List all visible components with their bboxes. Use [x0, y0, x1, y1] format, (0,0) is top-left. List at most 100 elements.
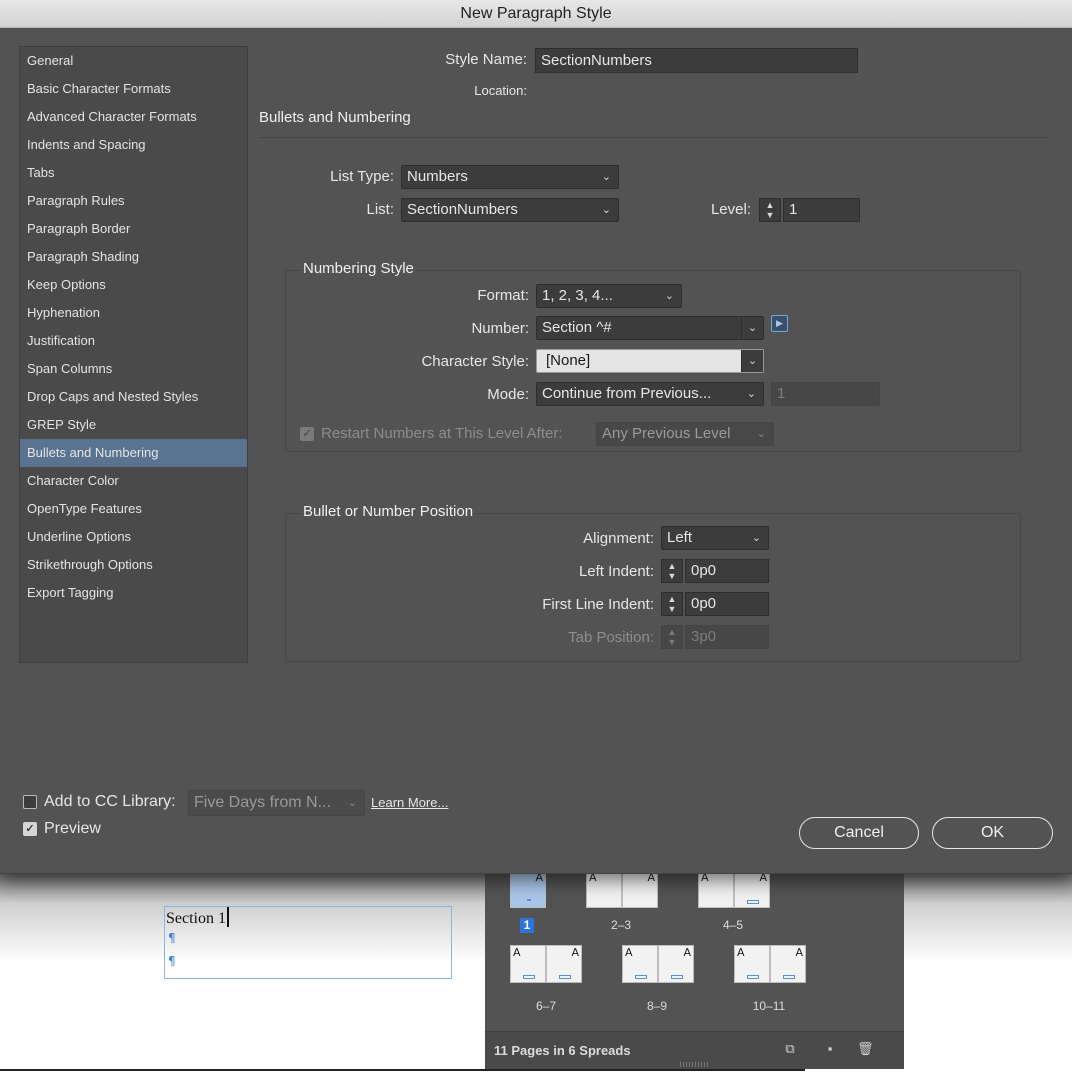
- spread-label[interactable]: 10–11: [739, 999, 799, 1013]
- sidebar-item-advanced-character-formats[interactable]: Advanced Character Formats: [20, 103, 247, 131]
- page-thumbnail[interactable]: A: [546, 945, 582, 983]
- sidebar-item-bullets-and-numbering[interactable]: Bullets and Numbering: [20, 439, 247, 467]
- alignment-select[interactable]: Left ⌄: [661, 526, 769, 550]
- number-value[interactable]: Section ^#: [542, 319, 612, 336]
- tab-position-input[interactable]: 3p0: [685, 625, 769, 649]
- format-select[interactable]: 1, 2, 3, 4... ⌄: [536, 284, 682, 308]
- sidebar-item-underline-options[interactable]: Underline Options: [20, 523, 247, 551]
- first-line-indent-input[interactable]: 0p0: [685, 592, 769, 616]
- cc-library-checkbox[interactable]: [23, 795, 37, 809]
- number-label: Number:: [471, 320, 529, 337]
- page-marker-icon: [783, 975, 795, 979]
- mode-select[interactable]: Continue from Previous... ⌄: [536, 382, 764, 406]
- character-style-label: Character Style:: [421, 353, 529, 370]
- left-indent-stepper-arrows[interactable]: ▲ ▼: [661, 559, 683, 583]
- spread-label[interactable]: 8–9: [627, 999, 687, 1013]
- first-line-indent-label: First Line Indent:: [542, 596, 654, 613]
- tab-position-stepper-arrows[interactable]: ▲ ▼: [661, 625, 683, 649]
- preview-checkbox[interactable]: ✓: [23, 822, 37, 836]
- resize-grip[interactable]: [680, 1062, 710, 1067]
- alignment-value: Left: [667, 529, 693, 546]
- sidebar-item-justification[interactable]: Justification: [20, 327, 247, 355]
- sidebar-item-grep-style[interactable]: GREP Style: [20, 411, 247, 439]
- sidebar-item-strikethrough-options[interactable]: Strikethrough Options: [20, 551, 247, 579]
- tab-position-label: Tab Position:: [568, 629, 654, 646]
- left-indent-input[interactable]: 0p0: [685, 559, 769, 583]
- character-style-select[interactable]: [None] ⌄: [536, 349, 764, 373]
- first-line-indent-stepper-arrows[interactable]: ▲ ▼: [661, 592, 683, 616]
- mode-start-input[interactable]: 1: [771, 382, 880, 406]
- pilcrow-mark: ¶: [168, 954, 176, 968]
- character-style-value: [None]: [546, 352, 591, 369]
- page-thumbnail[interactable]: A: [698, 870, 734, 908]
- spread-thumbnail[interactable]: A A: [622, 945, 694, 983]
- sidebar-item-span-columns[interactable]: Span Columns: [20, 355, 247, 383]
- chevron-down-icon[interactable]: ⌄: [741, 317, 763, 339]
- pilcrow-mark: ¶: [168, 931, 176, 945]
- page-thumbnail[interactable]: A: [770, 945, 806, 983]
- chevron-down-icon[interactable]: ⌄: [741, 350, 763, 372]
- sidebar-item-paragraph-shading[interactable]: Paragraph Shading: [20, 243, 247, 271]
- learn-more-link[interactable]: Learn More...: [371, 795, 448, 810]
- chevron-down-icon: ⌄: [601, 204, 611, 216]
- spread-thumbnail[interactable]: A A: [698, 870, 770, 908]
- numbering-style-title: Numbering Style: [301, 260, 416, 277]
- spread-thumbnail[interactable]: A A: [734, 945, 806, 983]
- spread-label[interactable]: 1: [520, 918, 534, 933]
- level-stepper-arrows[interactable]: ▲ ▼: [759, 198, 781, 222]
- sidebar-item-paragraph-rules[interactable]: Paragraph Rules: [20, 187, 247, 215]
- page-thumbnail[interactable]: A: [658, 945, 694, 983]
- list-type-value: Numbers: [407, 168, 468, 185]
- sidebar-item-general[interactable]: General: [20, 47, 247, 75]
- spread-thumbnail[interactable]: A A: [510, 945, 582, 983]
- page-thumbnail[interactable]: A: [622, 870, 658, 908]
- trash-icon[interactable]: 🗑: [857, 1041, 874, 1057]
- cc-library-select[interactable]: Five Days from N... ⌄: [188, 790, 365, 816]
- restart-numbers-checkbox[interactable]: ✓: [300, 427, 314, 441]
- restart-level-value: Any Previous Level: [602, 425, 731, 442]
- edit-page-size-icon[interactable]: ⧉: [782, 1041, 798, 1057]
- page-thumbnail[interactable]: A: [510, 870, 546, 908]
- spread-label[interactable]: 4–5: [703, 918, 763, 932]
- insert-special-character-icon[interactable]: ▶: [771, 315, 788, 332]
- ok-button[interactable]: OK: [932, 817, 1053, 849]
- level-input[interactable]: 1: [783, 198, 860, 222]
- master-marker: A: [683, 946, 691, 959]
- sidebar-item-basic-character-formats[interactable]: Basic Character Formats: [20, 75, 247, 103]
- page-thumbnail[interactable]: A: [586, 870, 622, 908]
- sidebar-item-tabs[interactable]: Tabs: [20, 159, 247, 187]
- chevron-down-icon: ⌄: [601, 171, 611, 183]
- new-paragraph-style-dialog: New Paragraph Style General Basic Charac…: [0, 0, 1072, 874]
- page-thumbnail[interactable]: A: [734, 870, 770, 908]
- spread-thumbnail[interactable]: A A: [586, 870, 658, 908]
- spread-thumbnail[interactable]: A: [510, 870, 546, 908]
- list-value: SectionNumbers: [407, 201, 518, 218]
- list-select[interactable]: SectionNumbers ⌄: [401, 198, 619, 222]
- pages-count-status: 11 Pages in 6 Spreads: [494, 1043, 631, 1058]
- new-page-icon[interactable]: ▪: [822, 1041, 838, 1057]
- page-thumbnail[interactable]: A: [510, 945, 546, 983]
- sidebar-item-drop-caps[interactable]: Drop Caps and Nested Styles: [20, 383, 247, 411]
- style-name-input[interactable]: SectionNumbers: [535, 48, 858, 73]
- page-marker-icon: [527, 899, 531, 901]
- number-combo[interactable]: Section ^# ⌄: [536, 316, 764, 340]
- page-thumbnail[interactable]: A: [622, 945, 658, 983]
- sidebar-item-hyphenation[interactable]: Hyphenation: [20, 299, 247, 327]
- chevron-down-icon: ⌄: [746, 388, 756, 400]
- sidebar-item-opentype-features[interactable]: OpenType Features: [20, 495, 247, 523]
- list-type-select[interactable]: Numbers ⌄: [401, 165, 619, 189]
- alignment-label: Alignment:: [583, 530, 654, 547]
- restart-level-select[interactable]: Any Previous Level ⌄: [596, 422, 774, 446]
- cancel-button[interactable]: Cancel: [799, 817, 919, 849]
- spread-label[interactable]: 2–3: [591, 918, 651, 932]
- sidebar-item-character-color[interactable]: Character Color: [20, 467, 247, 495]
- spread-label[interactable]: 6–7: [516, 999, 576, 1013]
- sidebar-item-paragraph-border[interactable]: Paragraph Border: [20, 215, 247, 243]
- text-frame[interactable]: Section 1 ¶ ¶: [164, 906, 452, 979]
- master-marker: A: [625, 946, 633, 959]
- position-title: Bullet or Number Position: [301, 503, 476, 520]
- sidebar-item-export-tagging[interactable]: Export Tagging: [20, 579, 247, 607]
- page-thumbnail[interactable]: A: [734, 945, 770, 983]
- sidebar-item-keep-options[interactable]: Keep Options: [20, 271, 247, 299]
- sidebar-item-indents-and-spacing[interactable]: Indents and Spacing: [20, 131, 247, 159]
